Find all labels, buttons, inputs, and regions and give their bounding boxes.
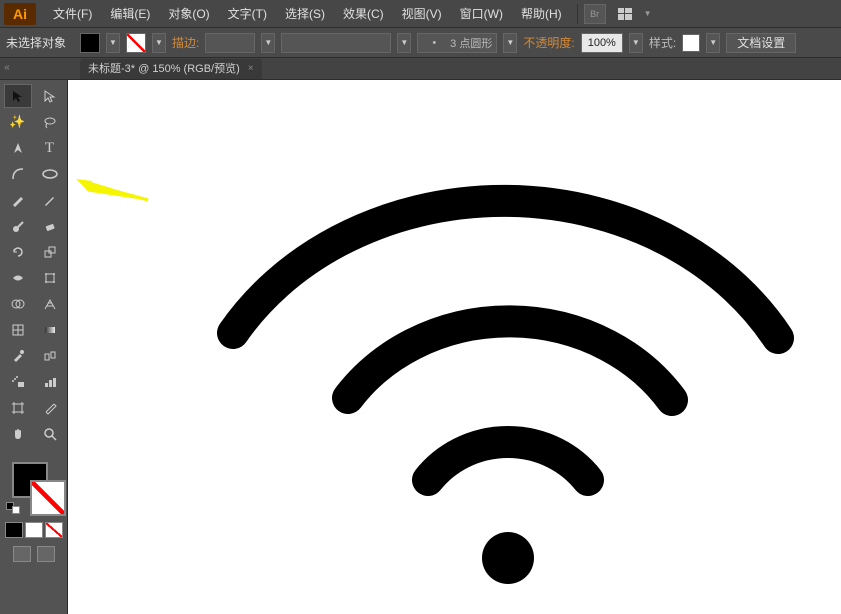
vwp-arrow[interactable]: ▼: [503, 33, 517, 53]
menu-window[interactable]: 窗口(W): [451, 0, 512, 28]
screen-mode-button[interactable]: [13, 546, 31, 562]
stroke-weight-dropdown[interactable]: ▼: [261, 33, 275, 53]
symbol-sprayer-tool[interactable]: [4, 370, 32, 394]
type-tool[interactable]: T: [36, 136, 64, 160]
free-transform-tool[interactable]: [36, 266, 64, 290]
document-tab-title: 未标题-3* @ 150% (RGB/预览): [88, 59, 240, 79]
rotate-tool[interactable]: [4, 240, 32, 264]
fill-dropdown[interactable]: ▼: [106, 33, 120, 53]
stroke-label: 描边:: [172, 34, 199, 51]
artboard-tool[interactable]: [4, 396, 32, 420]
color-mode-gradient[interactable]: [25, 522, 43, 538]
menu-bar: Ai 文件(F) 编辑(E) 对象(O) 文字(T) 选择(S) 效果(C) 视…: [0, 0, 841, 28]
menu-select[interactable]: 选择(S): [276, 0, 334, 28]
default-fill-stroke[interactable]: [6, 502, 24, 516]
pen-tool[interactable]: [4, 136, 32, 160]
stroke-weight-input[interactable]: [205, 33, 255, 53]
shape-builder-tool[interactable]: [4, 292, 32, 316]
stroke-color-box[interactable]: [30, 480, 66, 516]
slice-tool[interactable]: [36, 396, 64, 420]
menu-object[interactable]: 对象(O): [159, 0, 218, 28]
selection-tool[interactable]: [4, 84, 32, 108]
style-swatch[interactable]: [682, 34, 700, 52]
width-tool[interactable]: [4, 266, 32, 290]
close-icon[interactable]: ×: [248, 59, 254, 79]
brush-def-dropdown[interactable]: [281, 33, 391, 53]
eyedropper-tool[interactable]: [4, 344, 32, 368]
opacity-arrow[interactable]: ▼: [629, 33, 643, 53]
brush-def-arrow[interactable]: ▼: [397, 33, 411, 53]
opacity-input[interactable]: 100%: [581, 33, 623, 53]
blend-tool[interactable]: [36, 344, 64, 368]
style-label: 样式:: [649, 34, 676, 51]
color-mode-none[interactable]: [45, 522, 63, 538]
selection-status: 未选择对象: [6, 34, 66, 51]
gradient-tool[interactable]: [36, 318, 64, 342]
style-arrow[interactable]: ▼: [706, 33, 720, 53]
color-mode-solid[interactable]: [5, 522, 23, 538]
menu-edit[interactable]: 编辑(E): [101, 0, 159, 28]
blob-brush-tool[interactable]: [4, 214, 32, 238]
zoom-tool[interactable]: [36, 422, 64, 446]
column-graph-tool[interactable]: [36, 370, 64, 394]
variable-width-profile[interactable]: • 3 点圆形: [417, 33, 497, 53]
menu-file[interactable]: 文件(F): [44, 0, 101, 28]
app-logo: Ai: [4, 3, 36, 25]
document-setup-button[interactable]: 文档设置: [726, 33, 796, 53]
menu-type[interactable]: 文字(T): [219, 0, 276, 28]
divider: [577, 4, 578, 24]
perspective-grid-tool[interactable]: [36, 292, 64, 316]
arrange-docs-button[interactable]: [614, 4, 636, 24]
direct-selection-tool[interactable]: [36, 84, 64, 108]
bridge-button[interactable]: Br: [584, 4, 606, 24]
document-tab[interactable]: 未标题-3* @ 150% (RGB/预览) ×: [80, 59, 262, 79]
fill-swatch[interactable]: [80, 33, 100, 53]
wifi-artwork: [68, 80, 841, 614]
menu-help[interactable]: 帮助(H): [512, 0, 571, 28]
opacity-label: 不透明度:: [523, 34, 574, 51]
paintbrush-tool[interactable]: [4, 188, 32, 212]
ellipse-tool[interactable]: [36, 162, 64, 186]
chevron-down-icon: ▼: [644, 9, 652, 18]
control-bar: 未选择对象 ▼ ▼ 描边: ▼ ▼ • 3 点圆形 ▼ 不透明度: 100% ▼…: [0, 28, 841, 58]
document-tab-bar: « 未标题-3* @ 150% (RGB/预览) ×: [0, 58, 841, 80]
mesh-tool[interactable]: [4, 318, 32, 342]
lasso-tool[interactable]: [36, 110, 64, 134]
scale-tool[interactable]: [36, 240, 64, 264]
draw-mode-button[interactable]: [37, 546, 55, 562]
menu-view[interactable]: 视图(V): [393, 0, 451, 28]
stroke-dropdown[interactable]: ▼: [152, 33, 166, 53]
eraser-tool[interactable]: [36, 214, 64, 238]
canvas[interactable]: [68, 80, 841, 614]
hand-tool[interactable]: [4, 422, 32, 446]
toolbox: ✨ T: [0, 80, 68, 614]
arc-tool[interactable]: [4, 162, 32, 186]
fill-stroke-indicator[interactable]: [0, 458, 67, 518]
toolbox-collapse-handle[interactable]: «: [0, 60, 14, 74]
pencil-tool[interactable]: [36, 188, 64, 212]
menu-effect[interactable]: 效果(C): [334, 0, 393, 28]
main-area: ✨ T: [0, 80, 841, 614]
magic-wand-tool[interactable]: ✨: [4, 110, 32, 134]
stroke-swatch[interactable]: [126, 33, 146, 53]
